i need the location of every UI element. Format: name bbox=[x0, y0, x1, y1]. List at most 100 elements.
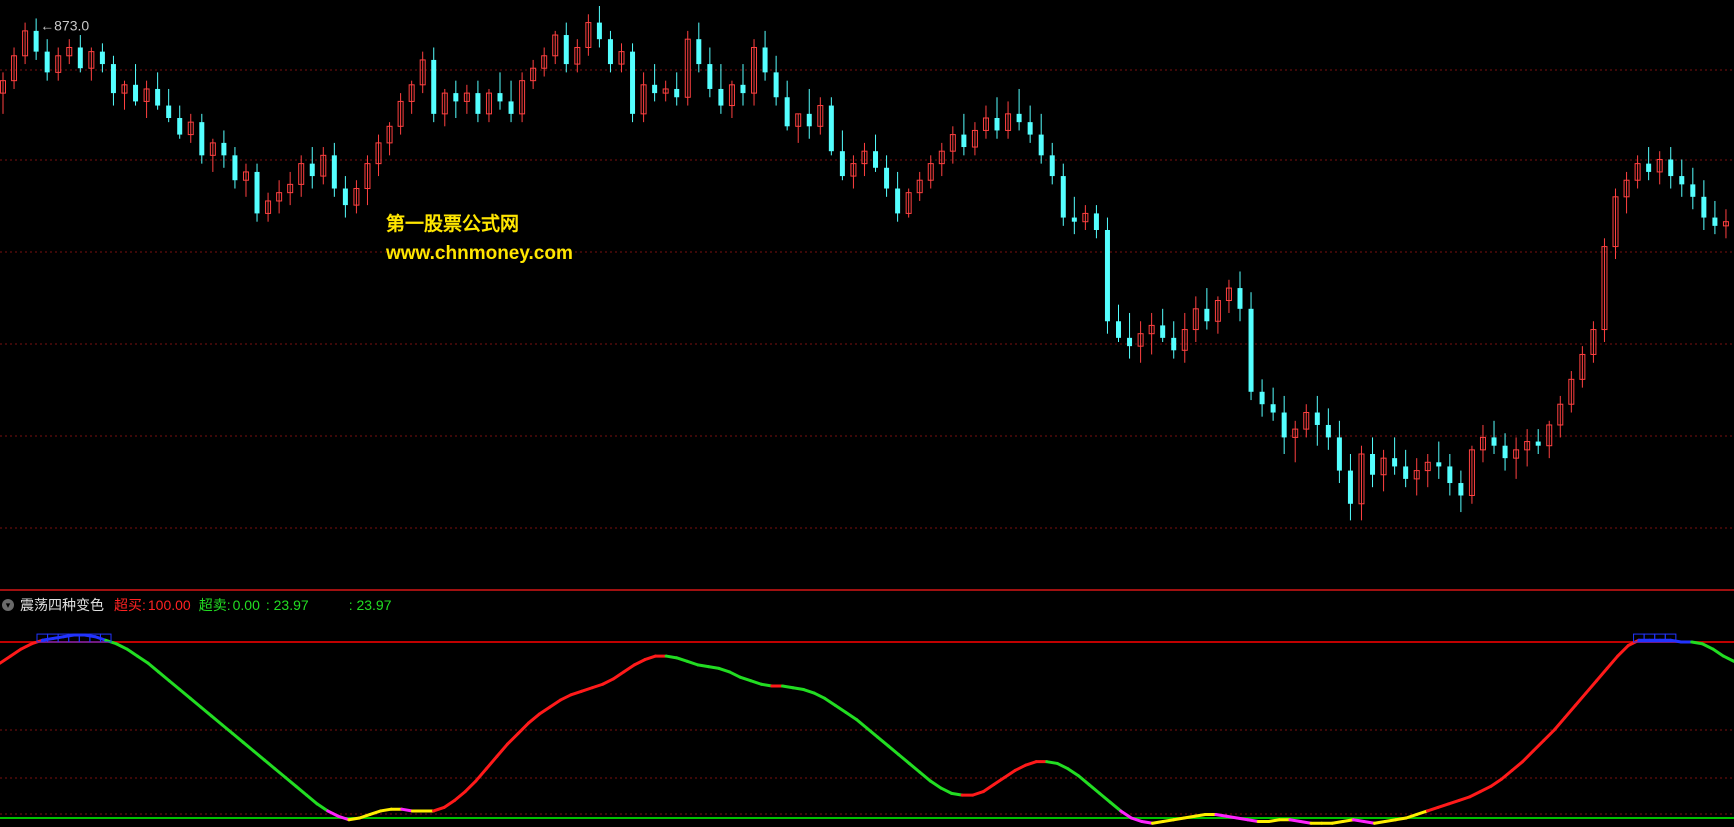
candle-body bbox=[740, 84, 746, 94]
candle bbox=[1347, 454, 1353, 521]
indicator-segment bbox=[1193, 812, 1207, 818]
indicator-segment bbox=[1552, 716, 1567, 732]
candle-body bbox=[155, 88, 161, 106]
indicator-segment bbox=[569, 689, 584, 697]
indicator-segment bbox=[1172, 816, 1186, 822]
indicator-segment bbox=[759, 682, 774, 688]
candle bbox=[1314, 395, 1320, 446]
candle-body bbox=[1436, 462, 1442, 467]
candle bbox=[1458, 470, 1464, 513]
indicator-segment bbox=[1468, 790, 1482, 799]
candle-body bbox=[630, 51, 636, 114]
candle bbox=[1093, 205, 1099, 239]
indicator-segment bbox=[1140, 820, 1154, 825]
indicator-segment bbox=[114, 642, 129, 651]
candle bbox=[309, 147, 315, 189]
indicator-value-2: : 23.97 bbox=[348, 597, 392, 613]
indicator-segment bbox=[950, 791, 964, 797]
candle-body bbox=[1116, 321, 1122, 338]
candle-body bbox=[33, 30, 39, 52]
chevron-down-icon[interactable]: ▾ bbox=[2, 599, 14, 611]
candle bbox=[221, 130, 227, 168]
indicator-chart bbox=[0, 633, 1734, 825]
candle-body bbox=[1127, 337, 1133, 347]
candle-body bbox=[199, 122, 205, 156]
candle bbox=[640, 72, 647, 123]
candle bbox=[1171, 321, 1177, 359]
candle-body bbox=[1248, 308, 1254, 392]
candle bbox=[806, 88, 812, 139]
candle bbox=[33, 18, 39, 60]
indicator-segment bbox=[611, 670, 626, 681]
indicator-segment bbox=[1330, 820, 1345, 825]
indicator-segment bbox=[728, 670, 742, 679]
candle-body bbox=[596, 22, 602, 40]
overbought-label: 超买: bbox=[114, 597, 146, 613]
candle-body bbox=[254, 171, 260, 214]
indicator-segment bbox=[0, 654, 13, 665]
watermark-title: 第一股票公式网 bbox=[386, 214, 520, 235]
indicator-segment bbox=[981, 783, 996, 794]
watermark-url: www.chnmoney.com bbox=[386, 243, 573, 264]
candle bbox=[121, 80, 128, 110]
candle bbox=[419, 51, 426, 94]
indicator-name: 震荡四种变色 bbox=[20, 597, 104, 613]
candle bbox=[209, 138, 216, 172]
indicator-segment bbox=[1373, 820, 1387, 825]
indicator-segment bbox=[1447, 798, 1461, 806]
candle bbox=[408, 80, 415, 114]
candle bbox=[1127, 312, 1133, 359]
candle bbox=[961, 113, 967, 156]
indicator-segment bbox=[622, 663, 636, 674]
candle bbox=[982, 105, 989, 139]
candle-body bbox=[1458, 483, 1464, 496]
candle bbox=[1701, 180, 1707, 230]
indicator-segment bbox=[1605, 654, 1620, 670]
candle bbox=[1568, 371, 1575, 413]
indicator-segment bbox=[368, 809, 383, 816]
candle bbox=[232, 147, 238, 189]
candle bbox=[1468, 445, 1475, 504]
candle-body bbox=[762, 47, 768, 73]
indicator-segment bbox=[1246, 818, 1260, 824]
candle bbox=[585, 14, 592, 56]
candle-body bbox=[177, 118, 183, 135]
candle-body bbox=[873, 151, 879, 168]
candle bbox=[1237, 271, 1243, 322]
candle bbox=[994, 97, 1000, 139]
oversold-label: 超卖: bbox=[198, 597, 231, 613]
candle-body bbox=[1171, 337, 1177, 351]
indicator-segment bbox=[1066, 767, 1080, 778]
indicator-segment bbox=[717, 666, 732, 674]
candle-body bbox=[1270, 404, 1276, 413]
candle-body bbox=[1060, 176, 1066, 218]
candle bbox=[751, 39, 758, 106]
candle bbox=[938, 142, 945, 177]
indicator-segment bbox=[897, 753, 911, 765]
candle-body bbox=[1347, 470, 1353, 504]
candle bbox=[342, 176, 348, 218]
candle bbox=[364, 155, 371, 206]
candle bbox=[1325, 408, 1331, 450]
candle bbox=[463, 84, 470, 114]
candle bbox=[1181, 312, 1188, 363]
candle bbox=[1248, 292, 1254, 401]
indicator-segment bbox=[209, 714, 224, 727]
indicator-segment bbox=[1489, 777, 1503, 788]
candle-body bbox=[1027, 122, 1033, 135]
candle-body bbox=[773, 72, 779, 98]
candle bbox=[1524, 429, 1531, 467]
indicator-segment bbox=[749, 679, 763, 686]
candle bbox=[177, 105, 183, 139]
indicator-segment bbox=[791, 686, 806, 692]
candle bbox=[1392, 437, 1398, 475]
indicator-segment bbox=[1362, 820, 1377, 825]
indicator-segment bbox=[157, 670, 171, 683]
candle bbox=[1358, 445, 1365, 521]
candle bbox=[508, 80, 514, 123]
indicator-segment bbox=[1108, 800, 1123, 813]
candle bbox=[99, 43, 105, 73]
indicator-segment bbox=[558, 693, 573, 702]
candle bbox=[1502, 433, 1508, 471]
indicator-segment bbox=[432, 805, 446, 813]
